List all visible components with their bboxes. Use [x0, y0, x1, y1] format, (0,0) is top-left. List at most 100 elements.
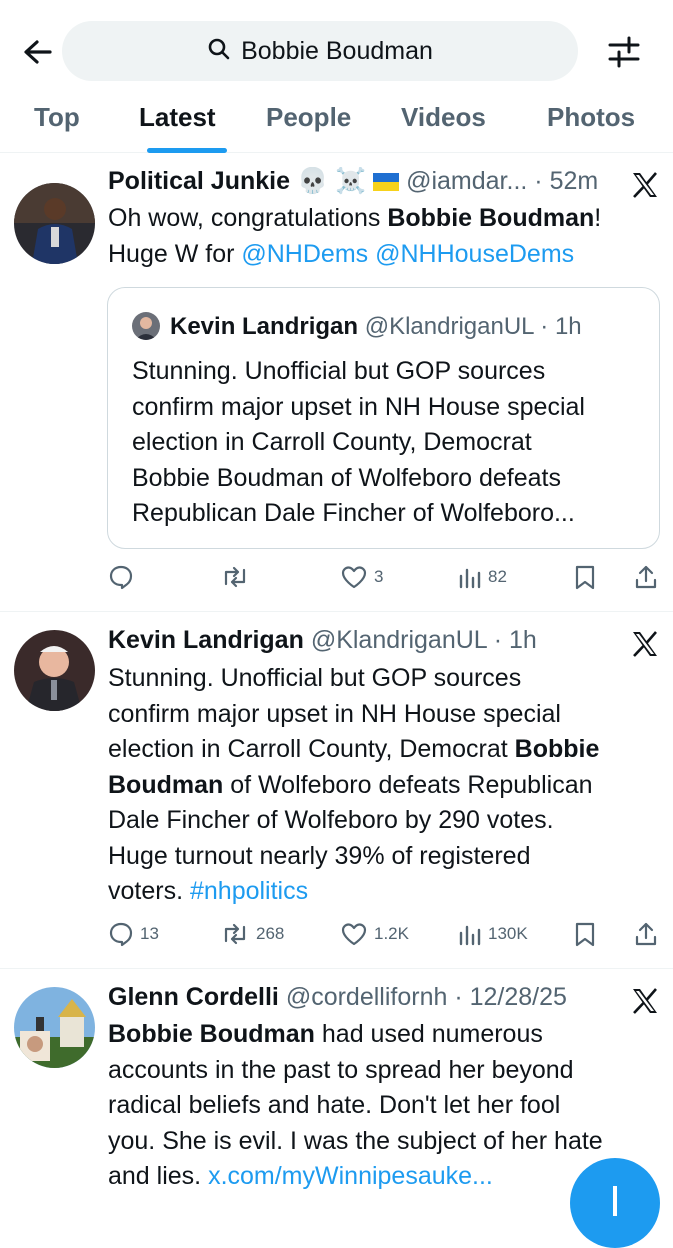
tab-latest[interactable]: Latest: [139, 102, 216, 133]
reply-button[interactable]: [108, 562, 140, 592]
text-segment: had used numerous: [314, 1020, 543, 1048]
tweet-text: Oh wow, congratulations Bobbie Boudman! …: [108, 201, 653, 272]
text-line: Dale Fincher of Wolfeboro by 290 votes.: [108, 806, 554, 834]
views-button[interactable]: 82: [458, 562, 507, 592]
text-line: election in Carroll County, Democrat Bob…: [108, 732, 653, 768]
like-icon: [340, 564, 368, 590]
text-segment: Oh wow, congratulations: [108, 204, 388, 232]
ukraine-flag-icon: [373, 169, 400, 191]
dot-separator: ·: [533, 313, 555, 340]
highlighted-term: Bobbie: [514, 735, 600, 763]
text-line: Huge turnout nearly 39% of registered: [108, 841, 531, 870]
tweet-header: Kevin Landrigan @KlandriganUL · 1h: [108, 626, 628, 655]
quote-line: Stunning. Unofficial but GOP sources: [132, 357, 546, 385]
like-button[interactable]: 1.2K: [340, 919, 409, 949]
highlighted-term: Bobbie Boudman: [108, 1020, 315, 1048]
quote-timestamp: 1h: [554, 313, 582, 340]
display-name[interactable]: Political Junkie: [108, 167, 290, 195]
quote-line: Bobbie Boudman of Wolfeboro defeats: [132, 463, 561, 492]
mention-link[interactable]: @NHHouseDems: [375, 240, 574, 268]
quote-avatar: [132, 312, 160, 340]
avatar[interactable]: [14, 630, 95, 711]
plus-icon: [613, 1186, 617, 1216]
timestamp[interactable]: 52m: [550, 167, 599, 195]
text-line: Stunning. Unofficial but GOP sources: [108, 664, 522, 692]
highlighted-term: Bobbie Boudman: [387, 204, 595, 232]
share-icon: [634, 564, 658, 590]
name-emojis: 💀 ☠️: [296, 167, 367, 195]
display-name[interactable]: Glenn Cordelli: [108, 983, 279, 1011]
search-tabs: Top Latest People Videos Photos: [0, 96, 673, 153]
text-segment: voters.: [108, 877, 190, 905]
tweet-header: Glenn Cordelli @cordellifornh · 12/28/25: [108, 983, 628, 1012]
reply-icon: [108, 564, 134, 590]
back-arrow-icon[interactable]: [18, 32, 58, 72]
bookmark-button[interactable]: [573, 562, 597, 592]
share-icon: [634, 921, 658, 947]
hashtag-link[interactable]: #nhpolitics: [190, 877, 308, 905]
user-handle[interactable]: @KlandriganUL: [311, 626, 487, 654]
text-line: radical beliefs and hate. Don't let her …: [108, 1091, 561, 1119]
user-handle[interactable]: @iamdar...: [406, 167, 527, 195]
quoted-tweet[interactable]: Kevin Landrigan @KlandriganUL · 1h Stunn…: [107, 287, 660, 549]
bookmark-button[interactable]: [573, 919, 597, 949]
quote-line: Republican Dale Fincher of Wolfeboro...: [132, 499, 575, 527]
tweet-header: Political Junkie 💀 ☠️ @iamdar... · 52m: [108, 167, 628, 196]
x-logo-icon[interactable]: [630, 629, 660, 659]
x-logo-icon[interactable]: [630, 170, 660, 200]
tab-videos[interactable]: Videos: [401, 102, 486, 133]
avatar[interactable]: [14, 987, 95, 1068]
quote-display-name: Kevin Landrigan: [170, 313, 359, 340]
filter-icon[interactable]: [604, 34, 644, 70]
repost-icon: [220, 921, 250, 947]
dot-separator: ·: [486, 626, 509, 654]
text-segment: and lies.: [108, 1162, 209, 1190]
user-handle[interactable]: @cordellifornh: [286, 983, 448, 1011]
tweet-actions: 3 82: [108, 562, 658, 592]
tweet-text: Bobbie Boudman had used numerous account…: [108, 1017, 653, 1195]
display-name[interactable]: Kevin Landrigan: [108, 626, 304, 654]
tweet-actions: 13 268 1.2K 130K: [108, 919, 658, 949]
text-line: accounts in the past to spread her beyon…: [108, 1055, 574, 1084]
x-logo-icon[interactable]: [630, 986, 660, 1016]
tab-top[interactable]: Top: [34, 102, 80, 133]
text-line: Bobbie Boudman had used numerous: [108, 1017, 653, 1053]
quote-line: confirm major upset in NH House special: [132, 392, 585, 421]
views-icon: [458, 922, 482, 946]
text-segment: !: [594, 204, 602, 232]
top-bar: Bobbie Boudman: [0, 0, 673, 100]
tweet[interactable]: Kevin Landrigan @KlandriganUL · 1h Stunn…: [0, 612, 673, 969]
tweet[interactable]: Political Junkie 💀 ☠️ @iamdar... · 52m O…: [0, 153, 673, 612]
quote-text: Stunning. Unofficial but GOP sources con…: [132, 354, 642, 532]
share-button[interactable]: [634, 919, 658, 949]
search-input[interactable]: Bobbie Boudman: [62, 21, 578, 81]
reply-count: 13: [140, 924, 159, 943]
tab-photos[interactable]: Photos: [547, 102, 635, 133]
bookmark-icon: [573, 921, 597, 947]
repost-icon: [220, 564, 250, 590]
avatar[interactable]: [14, 183, 95, 264]
timestamp[interactable]: 12/28/25: [470, 983, 567, 1011]
views-button[interactable]: 130K: [458, 919, 528, 949]
dot-separator: ·: [527, 167, 550, 195]
url-link[interactable]: x.com/myWinnipesauke...: [208, 1162, 493, 1190]
like-count: 1.2K: [374, 924, 409, 943]
tweet[interactable]: Glenn Cordelli @cordellifornh · 12/28/25…: [0, 969, 673, 1200]
text-line: you. She is evil. I was the subject of h…: [108, 1126, 603, 1155]
bookmark-icon: [573, 564, 597, 590]
share-button[interactable]: [634, 562, 658, 592]
like-button[interactable]: 3: [340, 562, 383, 592]
text-segment: election in Carroll County, Democrat: [108, 735, 515, 763]
timestamp[interactable]: 1h: [509, 626, 537, 654]
text-line: Boudman of Wolfeboro defeats Republican: [108, 768, 653, 804]
mention-link[interactable]: @NHDems: [241, 240, 368, 268]
quote-handle: @KlandriganUL: [364, 313, 534, 340]
like-icon: [340, 921, 368, 947]
reply-button[interactable]: 13: [108, 919, 159, 949]
repost-button[interactable]: 268: [220, 919, 284, 949]
tab-people[interactable]: People: [266, 102, 351, 133]
repost-button[interactable]: [220, 562, 256, 592]
quote-line: election in Carroll County, Democrat: [132, 428, 532, 456]
search-query: Bobbie Boudman: [241, 36, 433, 65]
dot-separator: ·: [447, 983, 470, 1011]
